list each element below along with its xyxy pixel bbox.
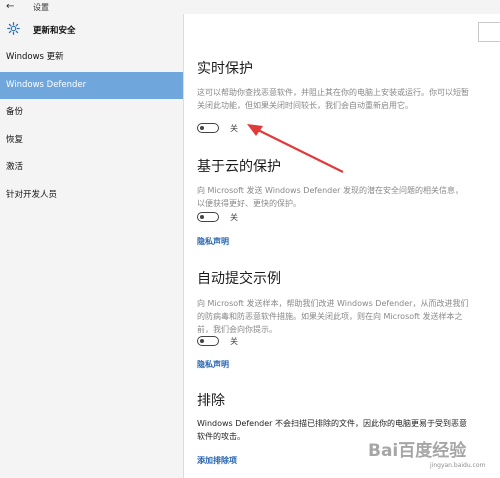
annotation-arrow [247,124,344,173]
watermark-url: jingyan.baidu.com [430,462,486,469]
baidu-watermark: Bai百度经验 jingyan.baidu.com [368,432,492,472]
watermark-brand: Bai百度经验 [368,441,467,461]
